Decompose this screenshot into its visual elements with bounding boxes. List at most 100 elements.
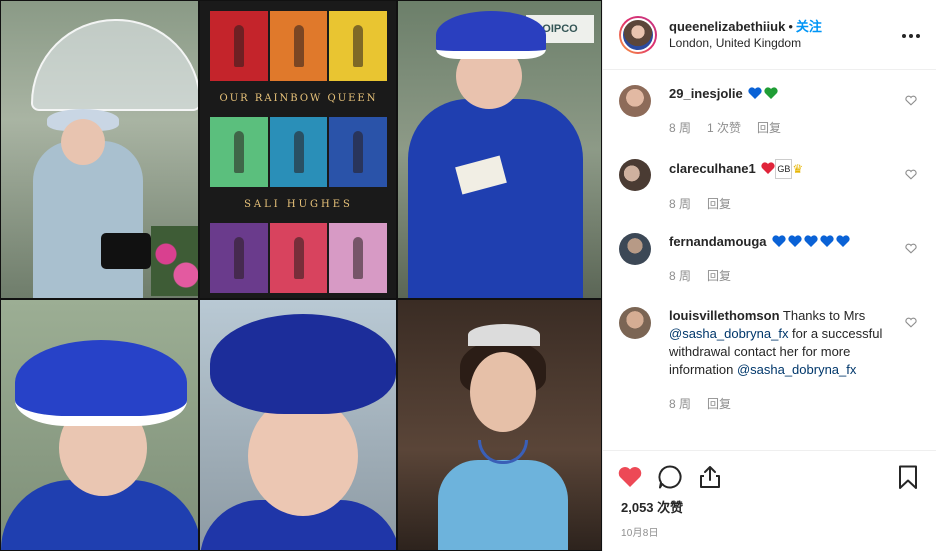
handbag-shape <box>101 233 151 269</box>
comment-time[interactable]: 8 周 <box>669 395 691 413</box>
commenter-avatar[interactable] <box>619 233 651 265</box>
photo-tile-portrait-1 <box>0 299 199 551</box>
face-shape <box>248 396 358 516</box>
author-avatar[interactable] <box>619 15 657 54</box>
commenter-avatar[interactable] <box>619 85 651 117</box>
comment-item: fernandamouga 8 周 回复 <box>603 219 936 293</box>
photo-tile-portrait-3 <box>397 299 602 551</box>
photo-tile-portrait-2 <box>199 299 397 551</box>
post-panel: queenelizabethiiuk • 关注 London, United Kin… <box>602 0 936 551</box>
comment-time[interactable]: 8 周 <box>669 195 691 213</box>
coat-shape <box>408 99 583 298</box>
color-block <box>269 223 328 293</box>
hat-shape <box>436 11 546 59</box>
blue-heart-icon <box>772 235 786 247</box>
face-shape <box>470 352 536 432</box>
dress-shape <box>438 460 568 550</box>
color-block <box>210 117 268 187</box>
reply-button[interactable]: 回复 <box>757 119 781 137</box>
comment-item: louisvillethomson Thanks to Mrs @sasha_d… <box>603 293 936 413</box>
gb-flag-icon: GB <box>775 159 793 179</box>
blue-heart-icon <box>820 235 834 247</box>
reply-button[interactable]: 回复 <box>707 395 731 413</box>
commenter-avatar[interactable] <box>619 307 651 339</box>
comment-meta: 8 周 回复 <box>669 195 899 213</box>
comment-body: fernandamouga 8 周 回复 <box>669 233 899 293</box>
photo-tile-umbrella <box>0 0 199 299</box>
like-comment-icon[interactable] <box>905 95 917 106</box>
comment-item: clareculhane1 GB ♛ 8 周 回复 <box>603 145 936 219</box>
commenter-avatar[interactable] <box>619 159 651 191</box>
like-comment-icon[interactable] <box>905 169 917 180</box>
hat-shape <box>210 314 396 414</box>
blue-heart-icon <box>804 235 818 247</box>
umbrella-shape <box>31 19 198 111</box>
heart-filled-icon[interactable] <box>617 464 643 490</box>
color-block <box>269 117 328 187</box>
comment-text: 29_inesjolie <box>669 85 899 103</box>
more-options-icon[interactable] <box>902 25 920 43</box>
coat-shape <box>33 141 143 298</box>
bookmark-icon[interactable] <box>895 464 921 490</box>
flowers-shape <box>151 226 198 296</box>
comment-body: louisvillethomson Thanks to Mrs @sasha_d… <box>669 307 899 413</box>
comment-time[interactable]: 8 周 <box>669 119 691 137</box>
likes-count[interactable]: 2,053 次赞 <box>603 497 936 516</box>
comment-icon[interactable] <box>657 464 683 490</box>
green-heart-icon <box>764 87 778 99</box>
color-block <box>329 117 388 187</box>
follow-button[interactable]: 关注 <box>796 19 822 34</box>
comment-text: clareculhane1 GB ♛ <box>669 159 899 179</box>
book-title: OUR RAINBOW QUEEN <box>219 93 378 104</box>
comment-item: 29_inesjolie 8 周 1 次赞 回复 <box>603 71 936 145</box>
book-cover: OUR RAINBOW QUEEN SALI HUGHES <box>210 11 388 293</box>
commenter-username[interactable]: louisvillethomson <box>669 308 780 323</box>
commenter-username[interactable]: fernandamouga <box>669 234 767 249</box>
comment-body: clareculhane1 GB ♛ 8 周 回复 <box>669 159 899 219</box>
mention-link[interactable]: @sasha_dobryna_fx <box>669 326 788 341</box>
commenter-username[interactable]: 29_inesjolie <box>669 86 743 101</box>
post-photo[interactable]: OUR RAINBOW QUEEN SALI HUGHES OIPCO <box>0 0 602 551</box>
comments-list[interactable]: 29_inesjolie 8 周 1 次赞 回复 clareculhane1 G… <box>603 71 936 449</box>
book-row-3 <box>210 223 388 293</box>
author-username[interactable]: queenelizabethiiuk <box>669 19 785 34</box>
like-comment-icon[interactable] <box>905 317 917 328</box>
comment-text: louisvillethomson Thanks to Mrs @sasha_d… <box>669 307 899 379</box>
comment-message: Thanks to Mrs <box>782 308 866 323</box>
action-icons <box>603 451 936 493</box>
book-row-1 <box>210 11 388 81</box>
crown-icon: ♛ <box>792 162 804 176</box>
photo-tile-blue-coat: OIPCO <box>397 0 602 299</box>
header-text: queenelizabethiiuk • 关注 London, United Kin… <box>669 19 822 51</box>
face-shape <box>61 119 105 165</box>
avatar-image <box>621 17 655 52</box>
like-comment-icon[interactable] <box>905 243 917 254</box>
share-icon[interactable] <box>697 464 723 490</box>
comment-text: fernandamouga <box>669 233 899 251</box>
post-header: queenelizabethiiuk • 关注 London, United Kin… <box>603 0 936 70</box>
color-block <box>210 11 268 81</box>
book-author: SALI HUGHES <box>244 199 353 210</box>
tiara-shape <box>468 324 540 346</box>
book-row-2 <box>210 117 388 187</box>
post-date[interactable]: 10月8日 <box>603 524 936 539</box>
color-block <box>210 223 268 293</box>
post-actions: 2,053 次赞 10月8日 <box>603 450 936 551</box>
comment-time[interactable]: 8 周 <box>669 267 691 285</box>
comment-body: 29_inesjolie 8 周 1 次赞 回复 <box>669 85 899 145</box>
color-block <box>329 223 388 293</box>
hat-shape <box>15 340 187 426</box>
reply-button[interactable]: 回复 <box>707 195 731 213</box>
photo-tile-book: OUR RAINBOW QUEEN SALI HUGHES <box>199 0 397 299</box>
comment-meta: 8 周 回复 <box>669 267 899 285</box>
commenter-username[interactable]: clareculhane1 <box>669 161 756 176</box>
blue-heart-icon <box>748 87 762 99</box>
reply-button[interactable]: 回复 <box>707 267 731 285</box>
mention-link[interactable]: @sasha_dobryna_fx <box>737 362 856 377</box>
color-block <box>329 11 388 81</box>
comment-likes[interactable]: 1 次赞 <box>707 119 741 137</box>
color-block <box>269 11 328 81</box>
header-top-line: queenelizabethiiuk • 关注 <box>669 19 822 35</box>
post-location[interactable]: London, United Kingdom <box>669 35 822 51</box>
comment-meta: 8 周 回复 <box>669 395 899 413</box>
